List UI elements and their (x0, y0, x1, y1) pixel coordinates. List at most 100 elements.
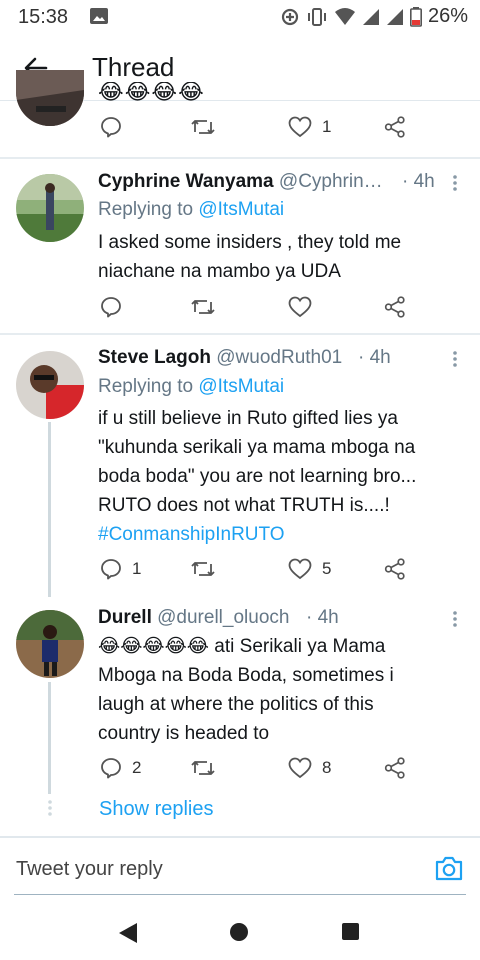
previous-tweet-actions: 1 (0, 116, 480, 146)
avatar[interactable] (16, 610, 84, 678)
reply-count: 1 (132, 559, 142, 578)
share-button[interactable] (384, 757, 406, 779)
tweet-time: · 4h (358, 347, 391, 368)
battery-icon (409, 6, 422, 27)
tweet-text-line: "kuhunda serikali ya mama mboga na (98, 437, 416, 458)
hashtag-link[interactable]: #ConmanshipInRUTO (98, 520, 470, 549)
share-icon (384, 558, 405, 580)
more-options-icon[interactable] (451, 610, 459, 628)
system-nav-bar (0, 904, 480, 960)
author-handle: @wuodRuth01 (216, 347, 343, 368)
tweet-author[interactable]: Cyphrine Wanyama @Cyphrin… (98, 171, 406, 193)
tweet-text: I asked some insiders , they told me nia… (98, 228, 458, 286)
retweet-button[interactable] (190, 296, 216, 318)
nav-back-icon[interactable] (118, 922, 138, 944)
like-button[interactable] (288, 296, 312, 318)
reply-button[interactable] (100, 116, 122, 138)
share-button[interactable] (384, 296, 406, 318)
reply-button[interactable]: 1 (100, 558, 141, 580)
reply-icon (101, 117, 121, 138)
replying-to: Replying to @ItsMutai (98, 376, 284, 398)
signal-icon (362, 8, 379, 25)
replying-to: Replying to @ItsMutai (98, 199, 284, 221)
tweet-actions (0, 296, 480, 326)
reply-composer: Tweet your reply (0, 836, 480, 906)
like-button[interactable]: 5 (288, 558, 331, 580)
thread-dots-icon (48, 800, 52, 816)
tweet-text-line: RUTO does not what TRUTH is....! (98, 495, 390, 516)
reply-button[interactable] (100, 296, 122, 318)
heart-icon (288, 757, 312, 779)
author-name: Cyphrine Wanyama (98, 171, 274, 192)
tweet-text-line: niachane na mambo ya UDA (98, 261, 341, 282)
battery-percent: 26% (427, 5, 468, 27)
retweet-icon (191, 120, 215, 134)
retweet-icon (191, 562, 215, 576)
show-replies-link[interactable]: Show replies (99, 798, 214, 821)
heart-icon (288, 296, 312, 318)
retweet-icon (191, 300, 215, 314)
replying-to-prefix: Replying to (98, 376, 199, 397)
camera-icon[interactable] (434, 854, 464, 882)
reply-input-underline (14, 894, 466, 895)
author-handle: @Cyphrin… (278, 171, 383, 192)
share-icon (384, 116, 405, 138)
heart-icon (288, 116, 312, 138)
reply-count: 2 (132, 758, 142, 777)
retweet-button[interactable] (190, 757, 216, 779)
page-title: Thread (92, 52, 175, 82)
replying-to-mention[interactable]: @ItsMutai (198, 199, 284, 220)
tweet-text-line: 😂😂😂😂😂 ati Serikali ya Mama (98, 632, 470, 661)
more-options-icon[interactable] (451, 350, 459, 368)
tweet-text-line: country is headed to (98, 723, 270, 744)
retweet-icon (191, 761, 215, 775)
replying-to-mention[interactable]: @ItsMutai (198, 376, 284, 397)
like-count: 5 (322, 559, 332, 578)
tweet-text-line: if u still believe in Ruto gifted lies y… (98, 408, 398, 429)
like-count: 1 (322, 117, 332, 136)
reply-icon (101, 297, 121, 318)
tweet-emojis: 😂😂😂😂😂 (98, 636, 210, 657)
reply-input[interactable]: Tweet your reply (16, 858, 163, 881)
divider (0, 157, 480, 159)
previous-tweet-emojis: 😂😂😂😂 (98, 82, 205, 102)
replying-to-prefix: Replying to (98, 199, 199, 220)
signal-icon-2 (386, 8, 403, 25)
avatar[interactable] (16, 174, 84, 242)
data-saver-icon (281, 8, 299, 25)
heart-icon (288, 558, 312, 580)
more-options-icon[interactable] (451, 174, 459, 192)
tweet-actions: 2 8 (0, 757, 480, 787)
share-button[interactable] (384, 116, 406, 138)
tweet-text-line: boda boda" you are not learning bro... (98, 466, 417, 487)
tweet-text-line: laugh at where the politics of this (98, 694, 374, 715)
retweet-button[interactable] (190, 116, 216, 138)
like-count: 8 (322, 758, 332, 777)
tweet-text-segment: ati Serikali ya Mama (209, 636, 386, 657)
reply-icon (101, 559, 121, 580)
status-bar: 15:38 26% (0, 0, 480, 36)
share-button[interactable] (384, 558, 406, 580)
tweet-text: if u still believe in Ruto gifted lies y… (98, 404, 470, 549)
divider (0, 333, 480, 335)
nav-home-icon[interactable] (230, 923, 248, 941)
avatar[interactable] (16, 351, 84, 419)
retweet-button[interactable] (190, 558, 216, 580)
tweet-author[interactable]: Steve Lagoh @wuodRuth01 (98, 347, 370, 369)
like-button[interactable]: 8 (288, 757, 331, 779)
tweet-author[interactable]: Durell @durell_oluoch (98, 607, 310, 629)
share-icon (384, 296, 405, 318)
gallery-notification-icon (90, 8, 108, 24)
tweet-text-line: I asked some insiders , they told me (98, 232, 402, 253)
author-handle: @durell_oluoch (157, 607, 290, 628)
reply-icon (101, 758, 121, 779)
tweet-text: 😂😂😂😂😂 ati Serikali ya Mama Mboga na Boda… (98, 632, 470, 748)
nav-recents-icon[interactable] (342, 923, 359, 940)
tweet-time: · 4h (402, 171, 435, 192)
tweet-text-line: Mboga na Boda Boda, sometimes i (98, 665, 394, 686)
tweet-actions: 1 5 (0, 558, 480, 588)
reply-button[interactable]: 2 (100, 757, 141, 779)
like-button[interactable]: 1 (288, 116, 331, 138)
wifi-icon (334, 7, 355, 25)
vibrate-icon (307, 7, 326, 26)
